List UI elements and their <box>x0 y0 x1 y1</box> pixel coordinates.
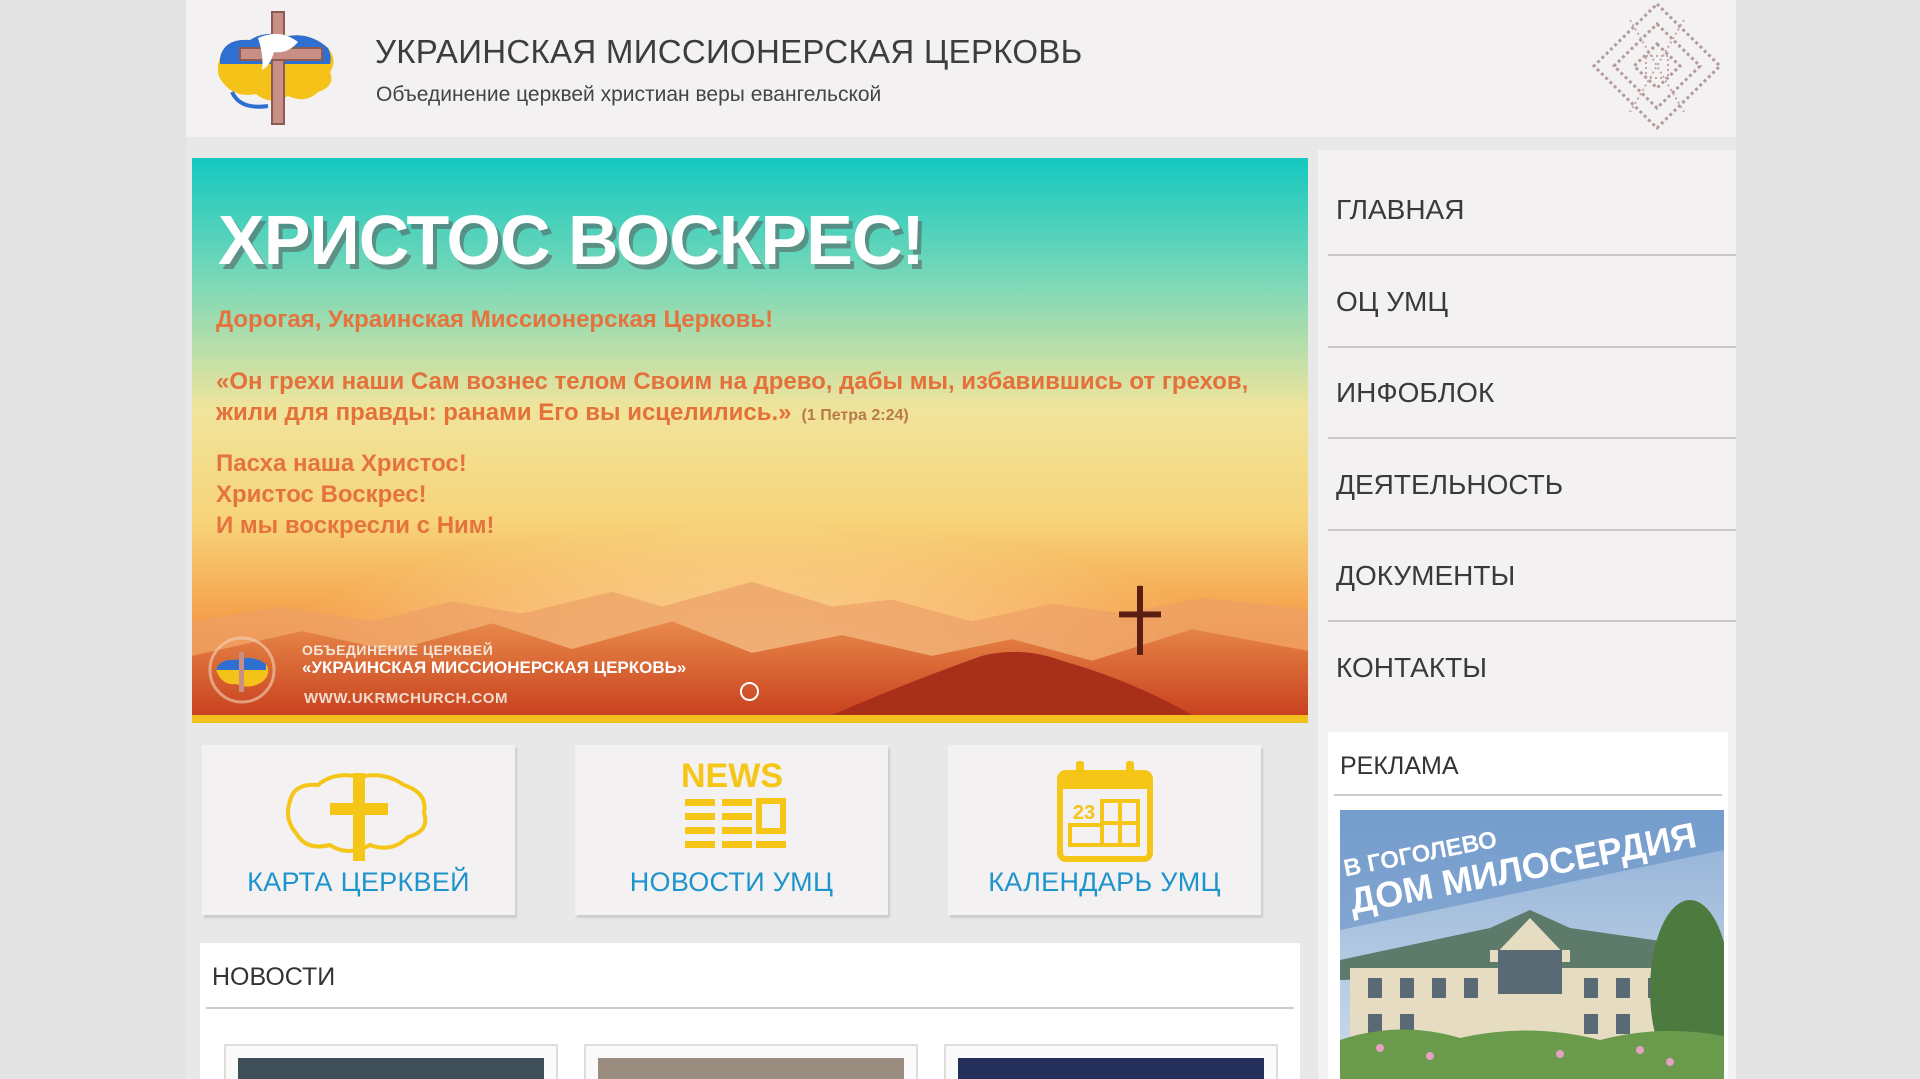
ad-section: РЕКЛАМА В ГОГОЛЕВО ДОМ МИЛОСЕРДИЯ <box>1328 732 1728 1079</box>
calendar-icon-date: 23 <box>1072 802 1094 824</box>
news-card[interactable] <box>224 1044 558 1079</box>
news-thumbnail <box>598 1058 904 1079</box>
site-subtitle: Объединение церквей христиан веры еванге… <box>376 83 882 106</box>
hero-slider[interactable]: ХРИСТОС ВОСКРЕС! Дорогая, Украинская Мис… <box>192 158 1308 723</box>
slide-line: Христос Воскрес! <box>216 481 427 508</box>
slide-line: Пасха наша Христос! <box>216 450 467 477</box>
site-title[interactable]: УКРАИНСКАЯ МИССИОНЕРСКАЯ ЦЕРКОВЬ <box>375 33 1083 71</box>
slide-line: И мы воскресли с Ним! <box>216 512 495 539</box>
church-logo[interactable] <box>210 8 342 128</box>
news-thumbnail <box>958 1058 1264 1079</box>
news-icon: NEWS <box>681 757 786 848</box>
ad-banner-image[interactable]: В ГОГОЛЕВО ДОМ МИЛОСЕРДИЯ <box>1340 810 1724 1079</box>
tile-label[interactable]: НОВОСТИ УМЦ <box>575 867 888 898</box>
news-thumbnail <box>238 1058 544 1079</box>
slide-footer-url: WWW.UKRMCHURCH.COM <box>304 690 508 707</box>
slide-quote-text: «Он грехи наши Сам вознес телом Своим на… <box>216 368 1249 426</box>
tile-calendar[interactable]: 23 КАЛЕНДАРЬ УМЦ <box>948 745 1261 915</box>
slide-footer-small-text: ОБЪЕДИНЕНИЕ ЦЕРКВЕЙ <box>302 642 494 658</box>
slider-pagination-dot[interactable] <box>740 682 759 701</box>
slide-footer-org-name: «УКРАИНСКАЯ МИССИОНЕРСКАЯ ЦЕРКОВЬ» <box>302 658 687 677</box>
divider <box>1334 794 1722 796</box>
nav-item-activity[interactable]: ДЕЯТЕЛЬНОСТЬ <box>1328 439 1736 531</box>
nav-item-contacts[interactable]: КОНТАКТЫ <box>1328 622 1736 714</box>
nav-item-home[interactable]: ГЛАВНАЯ <box>1328 164 1736 256</box>
news-icon-text: NEWS <box>681 757 783 795</box>
ad-heading: РЕКЛАМА <box>1340 752 1459 780</box>
news-section: НОВОСТИ <box>200 943 1300 1079</box>
slide-greeting: Дорогая, Украинская Миссионерская Церков… <box>216 306 774 333</box>
nav-item-infoblock[interactable]: ИНФОБЛОК <box>1328 347 1736 439</box>
slide-lines: Пасха наша Христос! Христос Воскрес! И м… <box>216 448 495 541</box>
page: УКРАИНСКАЯ МИССИОНЕРСКАЯ ЦЕРКОВЬ Объедин… <box>186 0 1736 1079</box>
tile-label[interactable]: КАРТА ЦЕРКВЕЙ <box>202 867 515 898</box>
sidebar: ГЛАВНАЯ ОЦ УМЦ ИНФОБЛОК ДЕЯТЕЛЬНОСТЬ ДОК… <box>1318 150 1736 1079</box>
news-heading: НОВОСТИ <box>212 963 336 991</box>
tile-church-map[interactable]: КАРТА ЦЕРКВЕЙ <box>202 745 515 915</box>
nav-item-oc-umc[interactable]: ОЦ УМЦ <box>1328 256 1736 348</box>
embroidery-ornament-icon <box>1591 1 1723 131</box>
ukraine-map-cross-icon <box>285 773 427 861</box>
tile-label[interactable]: КАЛЕНДАРЬ УМЦ <box>948 867 1261 898</box>
calendar-icon: 23 <box>1056 761 1153 862</box>
nav-item-documents[interactable]: ДОКУМЕНТЫ <box>1328 530 1736 622</box>
slide-title: ХРИСТОС ВОСКРЕС! <box>218 201 925 279</box>
slide-quote: «Он грехи наши Сам вознес телом Своим на… <box>216 366 1306 431</box>
slide-quote-reference: (1 Петра 2:24) <box>801 407 909 424</box>
tile-news[interactable]: NEWS НОВОСТИ УМЦ <box>575 745 888 915</box>
news-card[interactable] <box>584 1044 918 1079</box>
slide-logo-icon <box>208 636 276 704</box>
divider <box>206 1007 1294 1009</box>
site-header: УКРАИНСКАЯ МИССИОНЕРСКАЯ ЦЕРКОВЬ Объедин… <box>186 0 1736 137</box>
news-card[interactable] <box>944 1044 1278 1079</box>
